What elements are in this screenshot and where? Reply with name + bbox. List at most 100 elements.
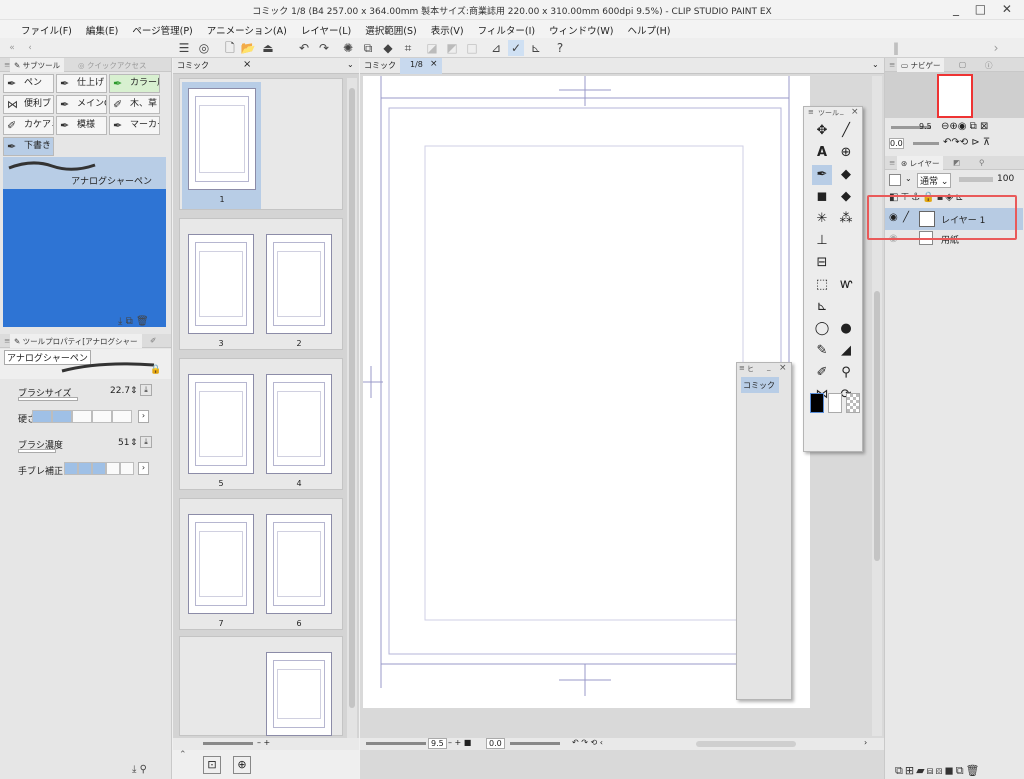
page-thumb[interactable]: [266, 652, 332, 736]
stabilize-segments[interactable]: [64, 462, 134, 475]
zoom-icon[interactable]: ⚲: [836, 363, 856, 383]
menu-animation[interactable]: アニメーション(A): [200, 20, 294, 38]
page-thumb[interactable]: [188, 514, 254, 614]
angle-value[interactable]: 0.0: [486, 738, 505, 749]
snap-ruler-icon[interactable]: ⊿: [488, 40, 504, 56]
subtool-finish[interactable]: ✒ 仕上げ: [56, 74, 107, 93]
panel-menu-icon[interactable]: ≡: [739, 364, 745, 372]
page-thumb[interactable]: [188, 374, 254, 474]
help-icon[interactable]: ?: [552, 40, 568, 56]
sub-view-item[interactable]: コミック: [741, 377, 779, 393]
move-icon[interactable]: ✥: [812, 121, 832, 141]
collapse-left-icon[interactable]: «: [4, 40, 20, 56]
panel-menu-icon[interactable]: ≡: [808, 108, 814, 116]
nav-angle-slider[interactable]: [913, 142, 939, 145]
ruler-icon[interactable]: ⊾: [812, 297, 832, 317]
menu-window[interactable]: ウィンドウ(W): [542, 20, 620, 38]
zoom-buttons[interactable]: – + ■: [448, 738, 471, 747]
tab-subtool[interactable]: ✎ サブツール: [10, 58, 65, 72]
chevron-down-icon[interactable]: ⌄: [872, 60, 879, 69]
effect-line-icon[interactable]: ⁂: [836, 209, 856, 229]
page-scrollbar[interactable]: [347, 78, 357, 738]
subtool-tree[interactable]: ✐ 木、草: [109, 95, 160, 114]
fill-icon[interactable]: ◆: [380, 40, 396, 56]
menu-file[interactable]: ファイル(F): [14, 20, 79, 38]
menu-view[interactable]: 表示(V): [424, 20, 471, 38]
sub-color-swatch[interactable]: [828, 393, 842, 413]
brush-size-slider[interactable]: [18, 397, 78, 401]
frame-icon[interactable]: □: [464, 40, 480, 56]
chevron-right-icon[interactable]: ›: [988, 40, 1004, 56]
add-page-icon[interactable]: ⊕: [233, 756, 251, 774]
download-icon[interactable]: ⤓: [140, 436, 152, 448]
menu-page[interactable]: ページ管理(P): [125, 20, 199, 38]
panel-grip-icon[interactable]: ‖: [888, 40, 904, 56]
brush-tab-icon[interactable]: ✐: [146, 334, 160, 348]
copy-icon[interactable]: ⧉: [360, 40, 376, 56]
menu-filter[interactable]: フィルター(I): [471, 20, 543, 38]
gradient-icon[interactable]: ◼: [812, 187, 832, 207]
redo-icon[interactable]: ↷: [316, 40, 332, 56]
search-icon[interactable]: ⚲: [140, 764, 147, 775]
tab-page-manager[interactable]: コミック: [177, 60, 209, 71]
subtool-pattern[interactable]: ✒ 模様: [56, 116, 107, 135]
tab-layer[interactable]: ⊛ レイヤー: [897, 156, 944, 170]
density-slider[interactable]: [18, 449, 56, 453]
balloon-icon[interactable]: ◯: [812, 319, 832, 339]
subtool-sketch[interactable]: ✒ 下書き: [3, 137, 54, 156]
snap-special-icon[interactable]: ✓: [508, 40, 524, 56]
new-vector-layer-icon[interactable]: ⊞: [905, 764, 916, 777]
magic-wand-icon[interactable]: ✳: [812, 209, 832, 229]
menu-help[interactable]: ヘルプ(H): [620, 20, 677, 38]
page-thumb[interactable]: [188, 234, 254, 334]
opacity-slider[interactable]: [959, 177, 993, 182]
opacity-value[interactable]: 100: [997, 174, 1014, 184]
blend-mode-select[interactable]: 通常 ⌄: [917, 173, 952, 188]
minimize-icon[interactable]: _: [767, 363, 771, 371]
subtool-handy[interactable]: ⋈ 便利ブ: [3, 95, 54, 114]
chevron-left-icon[interactable]: ‹: [22, 40, 38, 56]
eyedropper-icon[interactable]: ✐: [812, 363, 832, 383]
pen-tool-icon[interactable]: ✒: [812, 165, 832, 185]
line-icon[interactable]: ╱: [836, 121, 856, 141]
chevron-down-icon[interactable]: ⌄: [905, 174, 912, 183]
horizontal-scroll-thumb[interactable]: [696, 741, 796, 747]
undo-icon[interactable]: ↶: [296, 40, 312, 56]
download-icon[interactable]: ⤓: [132, 764, 136, 775]
navigator-preview[interactable]: [885, 72, 1024, 118]
brush-item-selected[interactable]: アナログシャーペン: [3, 157, 166, 189]
download-icon[interactable]: ⤓: [140, 384, 152, 396]
combine-icon[interactable]: ⧇: [936, 764, 945, 777]
navigator-viewport[interactable]: [937, 74, 973, 118]
spin-icon[interactable]: ⇕: [130, 438, 138, 448]
search-layer-tab-icon[interactable]: ⚲: [975, 156, 989, 170]
figure-icon[interactable]: ⊥: [812, 231, 832, 251]
tab-navigator[interactable]: ▭ ナビゲー: [897, 58, 945, 72]
tab-quick-access[interactable]: ◎ クイックアクセス: [74, 58, 151, 72]
new-folder-icon[interactable]: ▰: [916, 764, 926, 777]
new-raster-layer-icon[interactable]: ⧉: [895, 764, 905, 777]
fill-tool-icon[interactable]: ◆: [836, 165, 856, 185]
page-thumb[interactable]: [266, 234, 332, 334]
tab-tool-property[interactable]: ✎ ツールプロパティ[アナログシャー: [10, 334, 142, 348]
minimize-icon[interactable]: _: [840, 107, 844, 115]
page-thumb[interactable]: [188, 88, 256, 190]
page-zoom-slider[interactable]: [203, 742, 253, 745]
nav-zoom-value[interactable]: 9.5: [919, 122, 932, 131]
zoom-value[interactable]: 9.5: [428, 738, 447, 749]
eraser-icon[interactable]: ◆: [836, 187, 856, 207]
chevron-right-icon[interactable]: ›: [138, 410, 149, 423]
chevron-right-icon[interactable]: ›: [138, 462, 149, 475]
lock-icon[interactable]: 🔒: [150, 365, 161, 375]
density-value[interactable]: 51: [118, 438, 129, 448]
nav-zoom-buttons[interactable]: ⊖⊕◉ ⧉ ⊠: [941, 121, 988, 132]
download-icon[interactable]: ⤓: [118, 316, 122, 327]
info-tab-icon[interactable]: ⓘ: [981, 58, 997, 72]
open-folder-icon[interactable]: 📂: [240, 40, 256, 56]
subtool-color[interactable]: ✒カラー用: [109, 74, 160, 93]
decoration-icon[interactable]: ⱳ: [836, 275, 856, 295]
layer-color-icon[interactable]: [889, 174, 901, 186]
scroll-thumb[interactable]: [874, 291, 880, 561]
layer-property-tab-icon[interactable]: ◩: [949, 156, 964, 170]
canvas-scrollbar[interactable]: [872, 76, 882, 736]
